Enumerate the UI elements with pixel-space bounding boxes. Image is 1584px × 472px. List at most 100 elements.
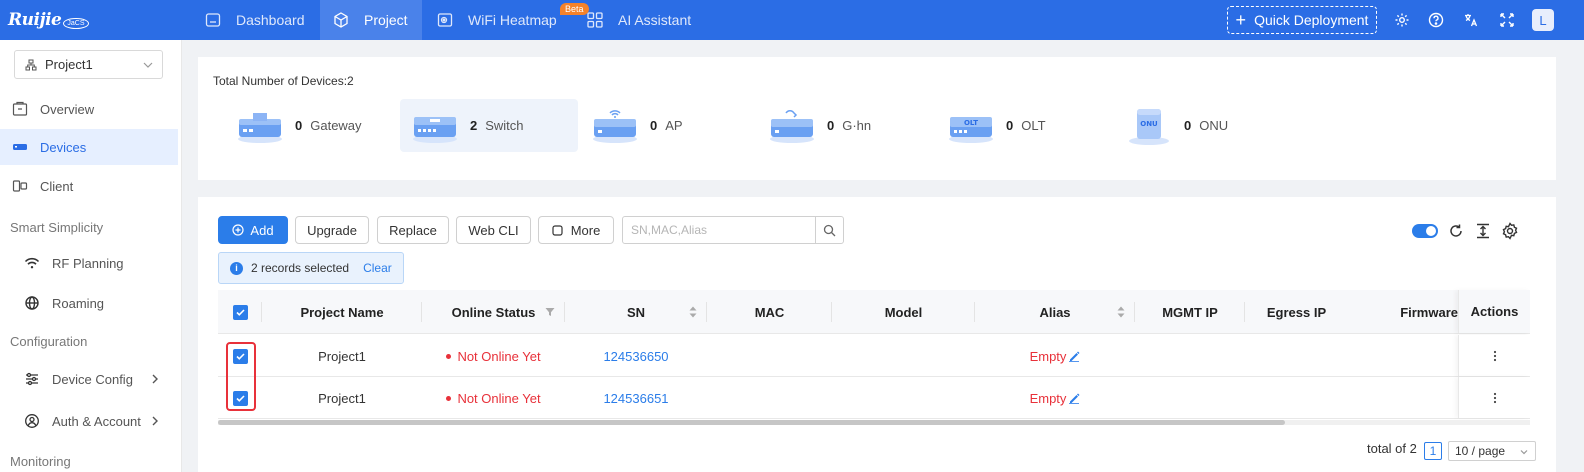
project-tree-icon [25,59,37,70]
onu-count: 0 [1184,118,1192,133]
device-type-olt[interactable]: OLT 0 OLT [946,99,1116,152]
device-type-ghn[interactable]: 0 G·hn [767,99,937,152]
settings-icon[interactable] [1392,10,1412,30]
cell-sn-link[interactable]: 124536651 [565,377,707,419]
edit-pencil-icon[interactable] [1068,392,1080,404]
column-header-project-name[interactable]: Project Name [262,290,422,334]
nav-dashboard[interactable]: Dashboard [200,0,320,40]
cell-sn-link[interactable]: 124536650 [565,335,707,377]
column-header-label: SN [626,304,646,320]
device-type-onu[interactable]: ONU 0 ONU [1124,99,1294,152]
column-header-label: Actions [1470,304,1519,319]
cell-model [832,377,975,419]
column-header-label: Firmware [1400,304,1458,320]
device-type-gateway[interactable]: 0 Gateway [201,99,376,152]
beta-badge: Beta [560,3,589,15]
column-height-icon[interactable] [1474,222,1492,240]
cell-actions [1458,335,1530,376]
cube-icon [334,12,348,28]
view-toggle[interactable] [1412,224,1438,238]
sidebar-item-device-config[interactable]: Device Config [0,361,178,397]
sidebar-group-configuration: Configuration [10,334,88,349]
column-header-egress-ip[interactable]: Egress IP [1245,290,1348,334]
column-header-online-status[interactable]: Online Status [422,290,565,334]
column-header-label: MGMT IP [1162,304,1218,320]
sidebar-item-client[interactable]: Client [0,168,178,204]
column-header-model[interactable]: Model [832,290,975,334]
status-dot [446,395,452,401]
cell-project-name: Project1 [318,390,366,406]
add-button[interactable]: Add [218,216,288,244]
clear-selection-link[interactable]: Clear [363,261,392,275]
help-icon[interactable] [1426,10,1446,30]
device-summary-card: Total Number of Devices:2 0 Gateway 2 Sw… [198,57,1556,180]
quick-deployment-button[interactable]: + Quick Deployment [1227,6,1377,34]
check-icon [235,308,245,316]
table-row[interactable]: Project1 Not Online Yet 124536651 Empty [218,377,1530,419]
overview-icon [12,101,28,116]
ghn-count: 0 [827,118,835,133]
cell-alias: Empty [975,377,1135,419]
nav-project[interactable]: Project [320,0,422,40]
nav-wifi-heatmap[interactable]: WiFi Heatmap [436,0,572,40]
project-select[interactable]: Project1 [14,50,163,79]
device-type-switch[interactable]: 2 Switch [400,99,578,152]
scrollbar-thumb[interactable] [218,420,1285,425]
ghn-device-icon [770,109,814,143]
upgrade-button[interactable]: Upgrade [295,216,369,244]
device-table-card: Add Upgrade Replace Web CLI More i 2 rec… [198,197,1556,472]
ghn-label: G·hn [842,118,872,133]
horizontal-scrollbar[interactable] [218,420,1530,425]
page-number-button[interactable]: 1 [1424,442,1442,460]
column-header-mac[interactable]: MAC [707,290,832,334]
more-vertical-icon[interactable] [1493,392,1497,404]
table-row[interactable]: Project1 Not Online Yet 124536650 Empty [218,335,1530,377]
device-type-ap[interactable]: 0 AP [590,99,760,152]
cell-mac [707,377,832,419]
web-cli-button[interactable]: Web CLI [456,216,531,244]
olt-count: 0 [1006,118,1014,133]
edit-pencil-icon[interactable] [1068,350,1080,362]
column-header-firmware[interactable]: Firmware [1368,290,1458,334]
cell-egress-ip [1245,335,1348,377]
olt-device-icon: OLT [949,116,993,143]
column-header-label: Online Status [451,304,536,320]
sidebar-item-overview[interactable]: Overview [0,91,178,127]
table-settings-icon[interactable] [1501,222,1519,240]
search-icon [823,224,836,236]
more-button[interactable]: More [538,216,614,244]
selection-highlight-box [226,342,256,411]
user-avatar[interactable]: L [1532,9,1554,31]
nav-ai-assistant[interactable]: AI Assistant [586,0,706,40]
column-header-alias[interactable]: Alias [975,290,1135,334]
page-size-select[interactable]: 10 / page [1448,441,1536,461]
select-all-checkbox[interactable] [232,304,248,320]
svg-text:ONU: ONU [1140,120,1158,128]
more-vertical-icon[interactable] [1493,350,1497,362]
replace-button[interactable]: Replace [377,216,449,244]
column-header-mgmt-ip[interactable]: MGMT IP [1135,290,1245,334]
selection-count-text: 2 records selected [251,261,350,275]
globe-icon [25,296,39,310]
filter-icon[interactable] [545,307,555,317]
total-devices-label: Total Number of Devices:2 [213,74,354,88]
sidebar-item-roaming[interactable]: Roaming [0,285,178,321]
sort-icon[interactable] [689,306,697,318]
sidebar-item-label: Devices [40,139,87,155]
search-button[interactable] [815,217,843,243]
ap-label: AP [665,118,683,133]
column-header-sn[interactable]: SN [565,290,707,334]
sidebar-item-devices[interactable]: Devices [0,129,178,165]
brand-logo[interactable]: Ruijie JaCS [8,6,89,34]
search-input[interactable] [623,217,816,243]
sidebar-item-rf-planning[interactable]: RF Planning [0,245,178,281]
sidebar-item-auth-account[interactable]: Auth & Account [0,403,178,439]
fullscreen-icon[interactable] [1497,10,1517,30]
cell-mac [707,335,832,377]
gateway-label: Gateway [310,118,362,133]
translate-icon[interactable] [1461,10,1481,30]
column-header-label: Model [884,304,923,320]
add-button-label: Add [250,222,274,238]
refresh-icon[interactable] [1447,222,1465,240]
sort-icon[interactable] [1117,306,1125,318]
